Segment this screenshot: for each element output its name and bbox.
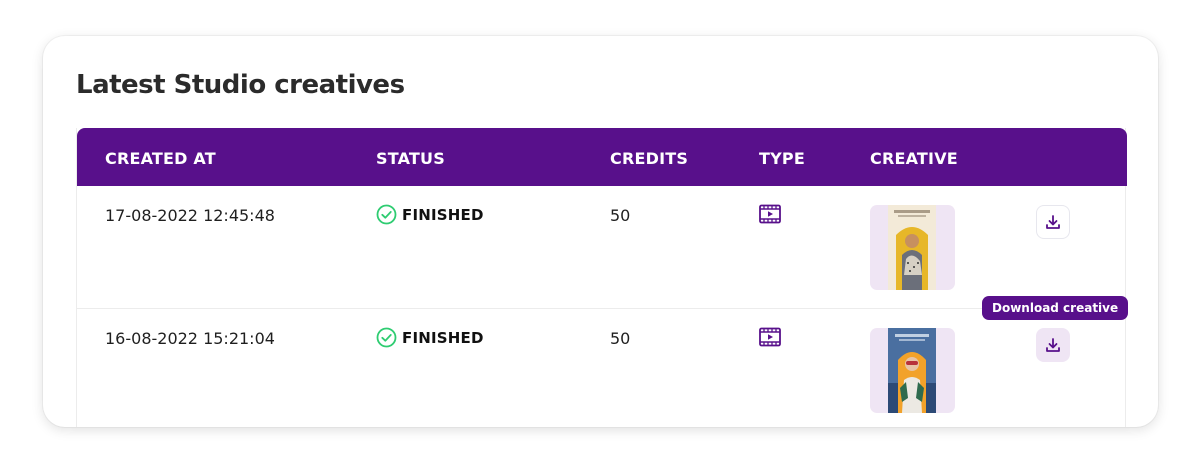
download-icon [1046,338,1060,352]
download-icon [1046,215,1060,229]
creatives-table: CREATED AT STATUS CREDITS TYPE CREATIVE … [76,128,1129,427]
creative-thumbnail[interactable] [870,205,955,290]
video-icon [759,327,781,347]
status-cell: FINISHED [376,204,484,225]
created-at-cell: 16-08-2022 15:21:04 [105,329,275,348]
table-row: 17-08-2022 12:45:48 FINISHED 50 [77,186,1125,309]
created-at-cell: 17-08-2022 12:45:48 [105,206,275,225]
check-circle-icon [376,327,397,348]
creative-thumbnail[interactable] [870,328,955,413]
status-label: FINISHED [402,328,484,347]
download-button[interactable] [1036,328,1070,362]
creative-image [888,205,936,290]
table-row: 16-08-2022 15:21:04 FINISHED 50 [77,309,1125,427]
column-header-creative: CREATIVE [870,149,958,168]
status-label: FINISHED [402,205,484,224]
column-header-status: STATUS [376,149,445,168]
page-title: Latest Studio creatives [76,70,405,100]
video-icon [759,204,781,224]
check-circle-icon [376,204,397,225]
column-header-type: TYPE [759,149,805,168]
credits-cell: 50 [610,206,631,225]
column-header-created-at: CREATED AT [105,149,216,168]
credits-cell: 50 [610,329,631,348]
column-header-credits: CREDITS [610,149,689,168]
download-tooltip: Download creative [982,296,1129,320]
status-cell: FINISHED [376,327,484,348]
download-button[interactable] [1036,205,1070,239]
latest-creatives-card: Latest Studio creatives CREATED AT STATU… [43,36,1158,427]
table-header: CREATED AT STATUS CREDITS TYPE CREATIVE [77,128,1127,186]
creative-image [888,328,936,413]
